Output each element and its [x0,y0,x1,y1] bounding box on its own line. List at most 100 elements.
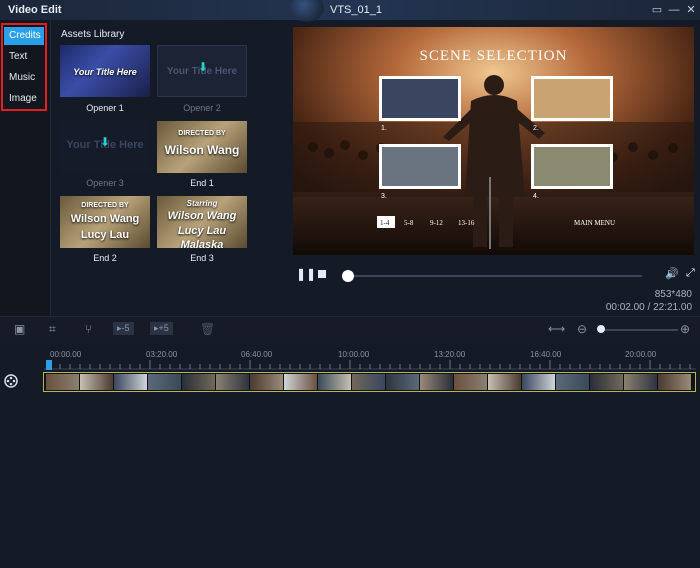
thumb-title-text: Wilson Wang [164,143,240,157]
timeline-ruler[interactable]: 00:00.00 03:20.00 06:40.00 10:00.00 13:2… [44,346,696,370]
fit-icon[interactable]: ⟷ [548,322,565,336]
download-icon: ⬇ [100,135,111,149]
forward-5s-icon[interactable]: ▸+5 [150,322,173,335]
track-frame [284,374,317,390]
split-icon[interactable]: ⑂ [85,322,92,336]
thumb-caption-text: DIRECTED BY [178,130,226,137]
asset-thumb-opener-3[interactable]: Your Title Here ⬇ [60,121,150,173]
track-frame [80,374,113,390]
track-frame [250,374,283,390]
nav-item: 9-12 [430,219,443,227]
track-frame [454,374,487,390]
nav-item: 5-8 [404,219,414,227]
video-track-icon [4,374,18,388]
sidebar-item-image[interactable]: Image [4,90,44,108]
nav-item: 13-16 [458,219,475,227]
volume-icon[interactable]: 🔊 [665,267,679,280]
track-frame [148,374,181,390]
thumb-title-text: Your Title Here [73,67,137,77]
tick-label: 20:00.00 [625,350,657,359]
video-preview[interactable]: SCENE SELECTION 1. 2. 3. 4. 1-4 5-8 9-12… [293,27,694,255]
timeline-empty-area [0,392,700,568]
tick-label: 16:40.00 [530,350,562,359]
stop-icon[interactable] [318,270,326,278]
chapter-label: 3. [381,193,387,200]
download-icon: ⬇ [198,60,209,74]
track-frame [658,374,691,390]
track-frame [114,374,147,390]
back-5s-icon[interactable]: ▸-5 [113,322,134,335]
thumb-title-text-2: Lucy Lau [177,225,227,237]
resolution-readout: 853*480 [654,289,692,300]
chapter-label: 1. [381,125,387,132]
track-frame [624,374,657,390]
asset-label-end-1: End 1 [190,178,214,188]
timeline-toolbar: ▣ ⌗ ⑂ ▸-5 ▸+5 🗑 ⟷ ⊖ ⊕ [0,316,700,343]
asset-thumb-end-1[interactable]: DIRECTED BY Wilson Wang [157,121,247,173]
close-icon[interactable]: ✕ [684,3,698,17]
asset-thumb-opener-1[interactable]: Your Title Here [60,45,150,97]
track-frame [386,374,419,390]
asset-label-opener-2: Opener 2 [183,103,221,113]
track-frame [352,374,385,390]
file-title: VTS_01_1 [330,4,382,16]
minimize-icon[interactable]: ▭ [650,3,664,17]
tick-label: 00:00.00 [50,350,82,359]
seek-bar[interactable] [350,275,642,277]
thumb-title-text-3: Malaska [180,239,224,248]
video-track[interactable] [43,372,696,392]
chapter-label: 4. [533,193,539,200]
thumb-title-text: Wilson Wang [167,210,237,222]
asset-label-end-3: End 3 [190,253,214,263]
tick-label: 06:40.00 [241,350,273,359]
restore-icon[interactable]: — [667,3,681,17]
time-readout: 00:02.00 / 22:21.00 [605,302,692,313]
asset-thumb-opener-2[interactable]: Your Title Here ⬇ [157,45,247,97]
seek-handle[interactable] [342,270,354,282]
main-menu-label: MAIN MENU [574,219,616,227]
zoom-slider[interactable] [600,329,678,331]
track-frame [556,374,589,390]
tick-label: 03:20.00 [146,350,178,359]
track-frame [488,374,521,390]
pause-icon[interactable]: ❚❚ [296,267,316,281]
title-bar: Video Edit VTS_01_1 ▭ — ✕ [0,0,700,22]
crop-icon[interactable]: ⌗ [49,322,56,337]
tick-label: 13:20.00 [434,350,466,359]
ruler-ticks [44,360,696,370]
asset-label-end-2: End 2 [93,253,117,263]
asset-label-opener-1: Opener 1 [86,103,124,113]
thumb-caption-text: DIRECTED BY [81,202,129,209]
tick-label: 10:00.00 [338,350,370,359]
thumb-title-text: Wilson Wang [70,213,140,225]
zoom-out-icon[interactable]: ⊖ [577,322,587,336]
playhead[interactable] [46,360,52,370]
scene-selection-title: SCENE SELECTION [419,48,568,64]
zoom-in-icon[interactable]: ⊕ [680,322,690,336]
thumb-title-text-2: Lucy Lau [80,229,130,241]
chapter-label: 2. [533,125,539,132]
sidebar-item-text[interactable]: Text [4,48,44,66]
nav-item: 1-4 [380,219,390,227]
track-frame [46,374,79,390]
track-frame [216,374,249,390]
fullscreen-icon[interactable]: ⤢ [686,267,695,280]
sidebar-item-credits[interactable]: Credits [4,27,44,45]
track-frame [182,374,215,390]
assets-library-title: Assets Library [61,29,125,40]
playback-controls: ❚❚ 🔊 ⤢ [290,264,700,286]
thumb-caption-text: Starring [186,199,218,208]
sidebar-item-music[interactable]: Music [4,69,44,87]
track-frame [318,374,351,390]
track-frame [420,374,453,390]
asset-thumb-end-3[interactable]: Starring Wilson Wang Lucy Lau Malaska [157,196,247,248]
film-icon[interactable]: ▣ [14,322,25,336]
trash-icon[interactable]: 🗑 [200,322,215,336]
app-title: Video Edit [8,4,62,16]
logo-icon [290,0,324,22]
asset-thumb-end-2[interactable]: DIRECTED BY Wilson Wang Lucy Lau [60,196,150,248]
zoom-handle[interactable] [597,325,605,333]
track-frame [590,374,623,390]
track-frame [522,374,555,390]
asset-label-opener-3: Opener 3 [86,178,124,188]
